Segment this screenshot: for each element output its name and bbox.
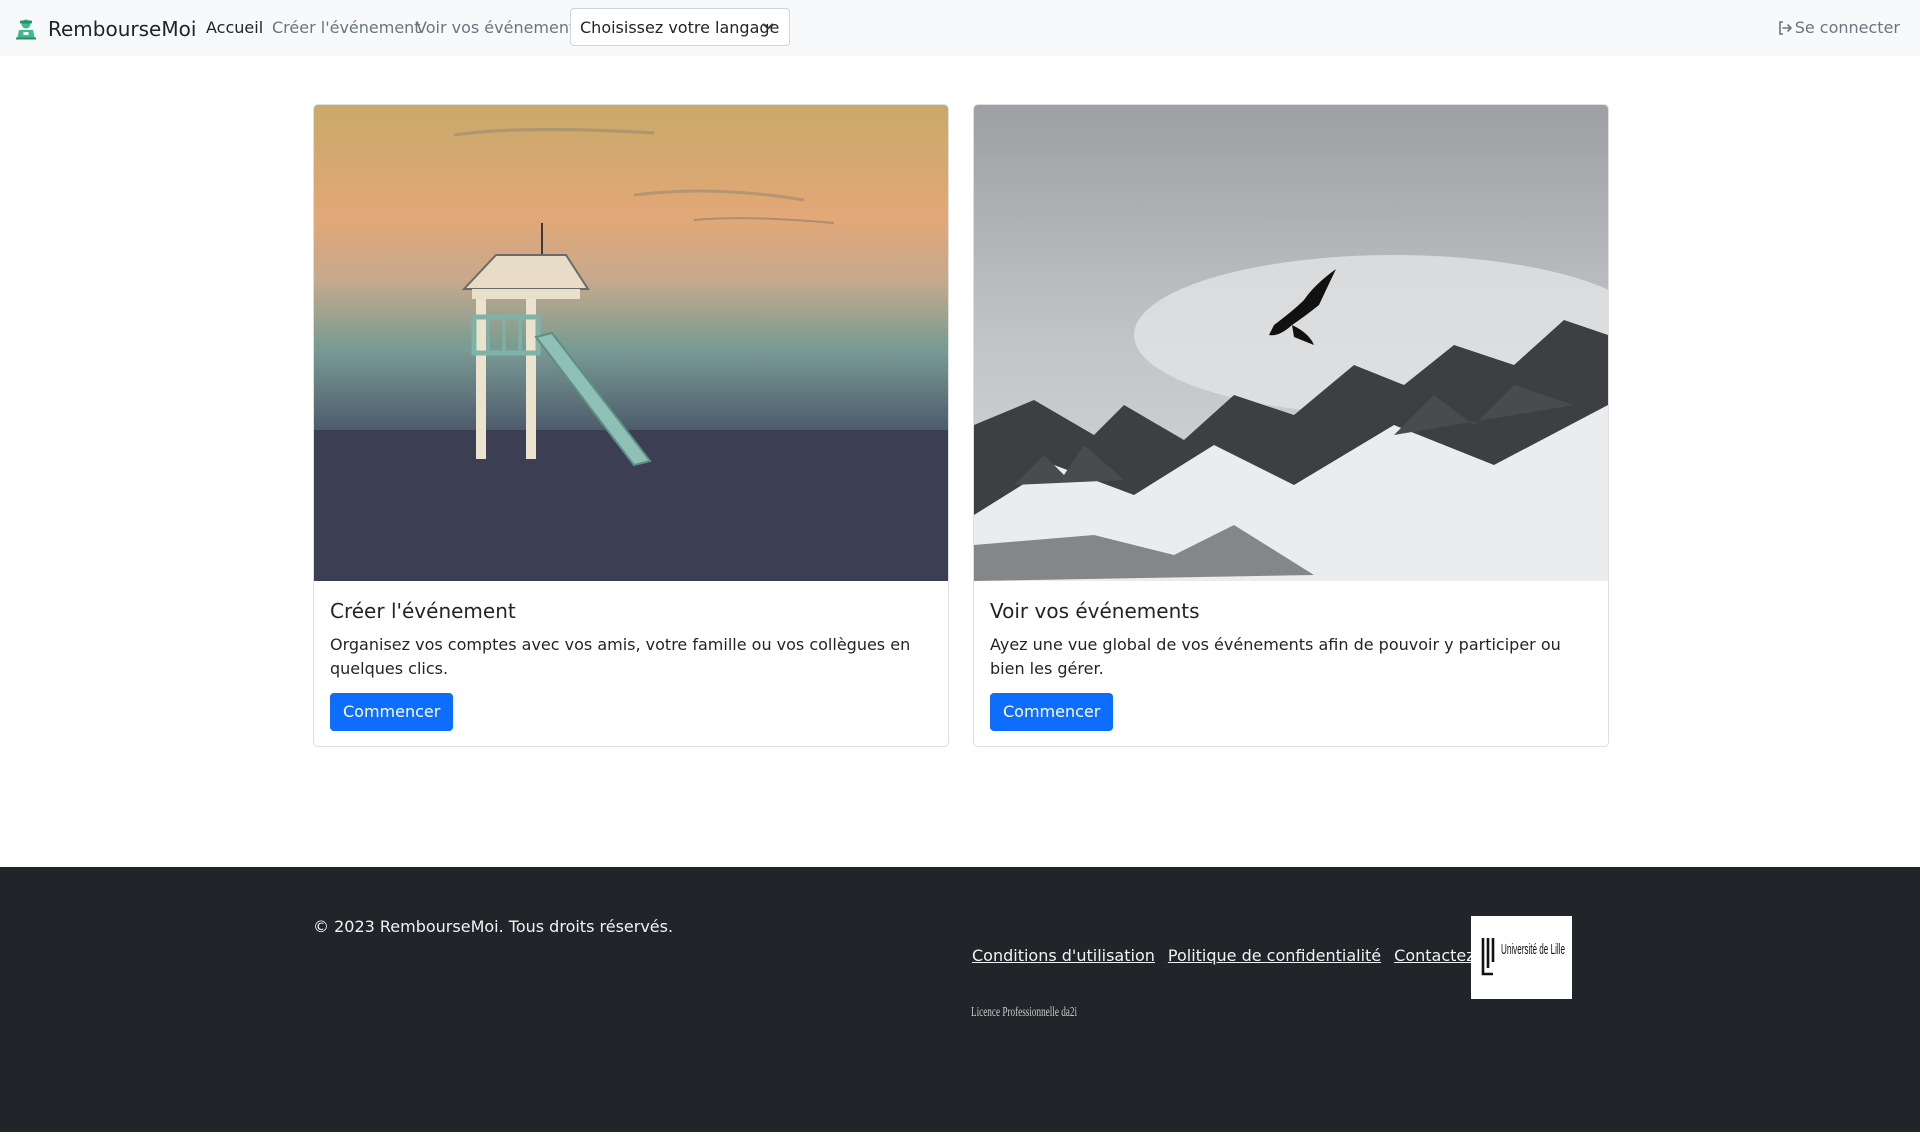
svg-text:Université de Lille: Université de Lille (1501, 941, 1565, 958)
brand-name: RembourseMoi (48, 17, 197, 41)
brand-logo-icon (16, 19, 36, 40)
login-link[interactable]: Se connecter (1777, 18, 1900, 37)
terms-link[interactable]: Conditions d'utilisation (972, 946, 1155, 965)
sign-in-icon (1778, 20, 1792, 35)
card-view-events: Voir vos événements Ayez une vue global … (973, 104, 1609, 747)
footer-links: Conditions d'utilisation Politique de co… (972, 946, 1532, 965)
card-title: Voir vos événements (990, 599, 1200, 623)
snowy-mountain-eagle-image (974, 105, 1608, 581)
svg-text:Licence Professionnelle da2i: Licence Professionnelle da2i (971, 1005, 1077, 1020)
language-select[interactable]: Choisissez votre langage (570, 8, 790, 46)
card-text: Organisez vos comptes avec vos amis, vot… (330, 635, 911, 678)
start-create-event-button[interactable]: Commencer (330, 693, 454, 731)
nav-link-creer-evenement[interactable]: Créer l'événement (272, 18, 421, 37)
nav-link-voir-evenements[interactable]: Voir vos événements (416, 18, 584, 37)
nav-link-accueil[interactable]: Accueil (206, 18, 263, 37)
brand-link[interactable]: RembourseMoi (14, 14, 196, 44)
chevron-down-icon (762, 23, 774, 30)
card-create-event: Créer l'événement Organisez vos comptes … (313, 104, 949, 747)
footer: © 2023 RembourseMoi. Tous droits réservé… (0, 867, 1920, 1132)
language-select-value: Choisissez votre langage (580, 17, 780, 37)
login-label: Se connecter (1794, 18, 1900, 37)
da2i-logo: Licence Professionnelle da2i (971, 1005, 1077, 1020)
card-text: Ayez une vue global de vos événements af… (990, 635, 1561, 678)
navbar: RembourseMoi Accueil Créer l'événement V… (0, 0, 1920, 56)
universite-de-lille-logo: Université de Lille (1471, 916, 1572, 999)
start-view-events-button[interactable]: Commencer (990, 693, 1114, 731)
card-title: Créer l'événement (330, 599, 516, 623)
copyright-text: © 2023 RembourseMoi. Tous droits réservé… (313, 917, 674, 936)
privacy-link[interactable]: Politique de confidentialité (1168, 946, 1381, 965)
beach-lifeguard-tower-image (314, 105, 948, 581)
